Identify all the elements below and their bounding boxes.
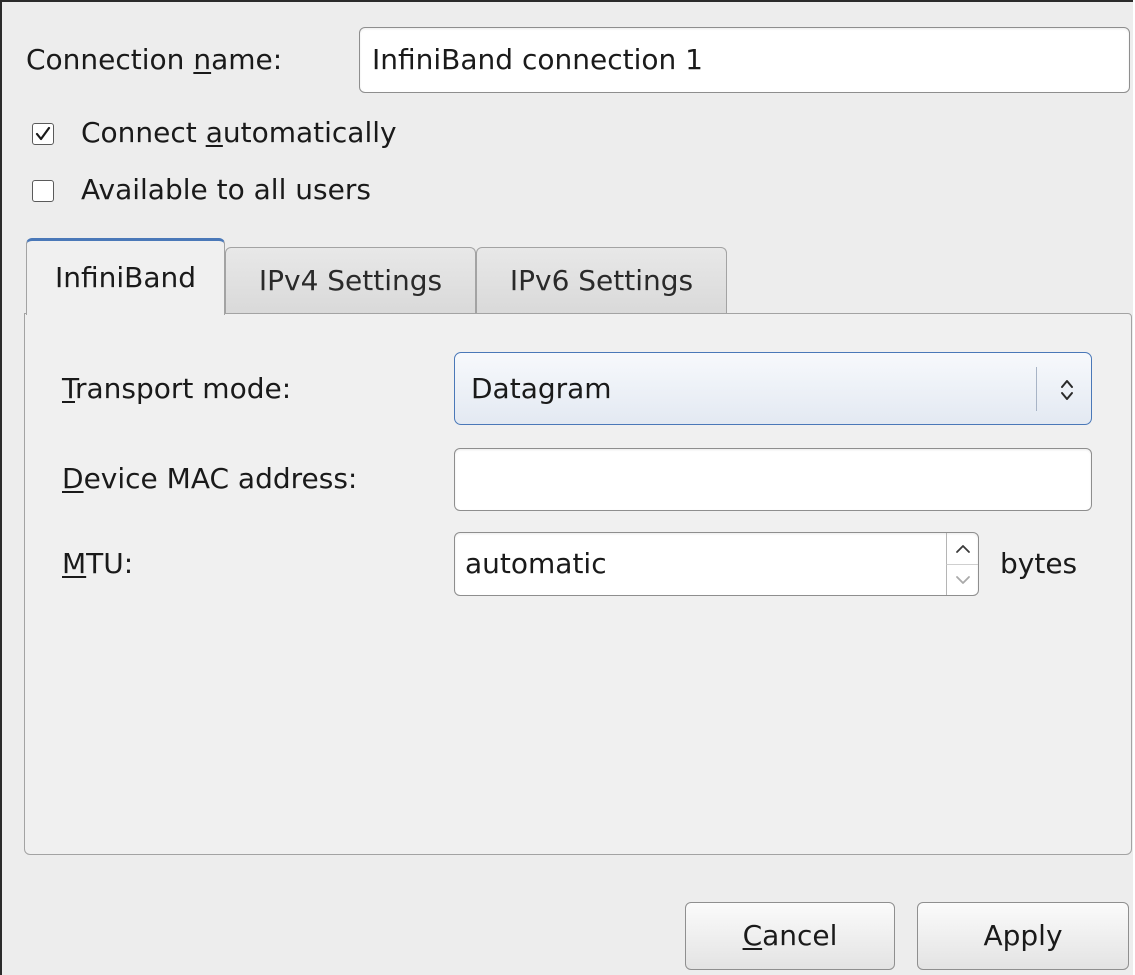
device-mac-label-mnemonic: D xyxy=(62,462,84,495)
connection-name-value: InfiniBand connection 1 xyxy=(372,43,703,76)
transport-mode-label-rest: ransport mode: xyxy=(75,372,292,405)
mtu-spin-input[interactable]: automatic xyxy=(454,532,979,596)
transport-mode-combobox[interactable]: Datagram xyxy=(454,352,1092,425)
apply-button[interactable]: Apply xyxy=(917,902,1129,970)
connection-editor-dialog: Connection name: InfiniBand connection 1… xyxy=(0,0,1133,975)
tab-ipv6-settings-label: IPv6 Settings xyxy=(509,264,694,297)
connection-name-label-rest: ame: xyxy=(211,43,283,76)
mtu-decrement-button[interactable] xyxy=(946,564,978,595)
connection-name-label: Connection name: xyxy=(26,44,282,76)
tab-infiniband-label: InfiniBand xyxy=(54,261,197,294)
available-to-all-users-label[interactable]: Available to all users xyxy=(81,174,371,206)
cancel-button-mnemonic: C xyxy=(742,919,763,952)
tab-ipv4-settings-label: IPv4 Settings xyxy=(258,264,443,297)
device-mac-address-input[interactable] xyxy=(454,448,1092,511)
connection-name-label-text: Connection xyxy=(26,43,194,76)
connect-automatically-label[interactable]: Connect automatically xyxy=(81,117,397,149)
connection-name-input[interactable]: InfiniBand connection 1 xyxy=(359,27,1130,93)
transport-mode-label-mnemonic: T xyxy=(62,372,75,405)
connect-automatically-label-text: Connect xyxy=(81,116,206,149)
tab-ipv4-settings[interactable]: IPv4 Settings xyxy=(225,247,476,314)
tab-infiniband[interactable]: InfiniBand xyxy=(26,238,225,315)
connect-automatically-label-rest: utomatically xyxy=(222,116,397,149)
mtu-increment-button[interactable] xyxy=(946,533,978,564)
cancel-button-label: ancel xyxy=(762,919,838,952)
mtu-unit-label: bytes xyxy=(1000,547,1078,580)
transport-mode-label: Transport mode: xyxy=(62,373,291,405)
mtu-value: automatic xyxy=(465,547,607,580)
mtu-label-rest: TU: xyxy=(86,547,134,580)
transport-mode-selected-value: Datagram xyxy=(471,371,612,405)
mtu-spin-buttons xyxy=(946,533,978,595)
tab-ipv6-settings[interactable]: IPv6 Settings xyxy=(476,247,727,314)
check-mark-icon xyxy=(35,126,51,141)
available-to-all-users-checkbox[interactable] xyxy=(32,180,54,202)
up-down-chevron-icon xyxy=(1061,380,1073,400)
connect-automatically-label-mnemonic: a xyxy=(205,116,223,149)
connect-automatically-checkbox[interactable] xyxy=(32,123,54,145)
cancel-button[interactable]: Cancel xyxy=(685,902,895,970)
mtu-label-mnemonic: M xyxy=(62,547,87,580)
device-mac-address-label: Device MAC address: xyxy=(62,463,357,495)
device-mac-label-rest: evice MAC address: xyxy=(83,462,358,495)
arrow-down-icon xyxy=(955,576,970,584)
arrow-up-icon xyxy=(955,544,970,553)
connection-name-label-mnemonic: n xyxy=(193,43,212,76)
combo-separator xyxy=(1036,367,1037,411)
mtu-label: MTU: xyxy=(62,548,133,580)
